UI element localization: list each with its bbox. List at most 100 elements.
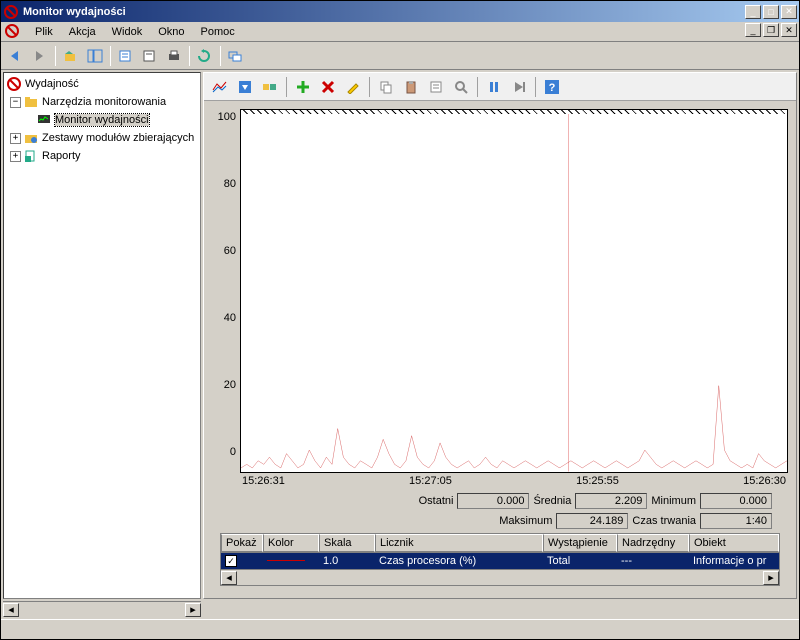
perf-toolbar: ? [204, 73, 796, 101]
mdi-close-button[interactable]: ✕ [781, 23, 797, 37]
collapse-icon[interactable]: − [10, 97, 21, 108]
ytick: 40 [212, 312, 236, 324]
scroll-left-button[interactable]: ◂ [3, 603, 19, 617]
properties-button[interactable] [424, 76, 448, 98]
delete-counter-button[interactable] [316, 76, 340, 98]
reports-icon [23, 148, 39, 164]
stat-last-label: Ostatni [419, 495, 454, 507]
ytick: 60 [212, 245, 236, 257]
col-show[interactable]: Pokaż [221, 534, 263, 552]
col-counter[interactable]: Licznik [375, 534, 543, 552]
expand-icon[interactable]: + [10, 151, 21, 162]
stat-min-label: Minimum [651, 495, 696, 507]
folder-icon [23, 94, 39, 110]
scroll-left-button[interactable]: ◂ [221, 571, 237, 585]
chart-xaxis: 15:26:31 15:27:05 15:25:55 15:26:30 [212, 473, 788, 489]
menu-help[interactable]: Pomoc [193, 24, 243, 40]
menu-file[interactable]: Plik [27, 24, 61, 40]
col-color[interactable]: Kolor [263, 534, 319, 552]
counter-row[interactable]: ✓ 1.0 Czas procesora (%) Total --- Infor… [221, 553, 779, 570]
tree-perf-monitor[interactable]: Monitor wydajności [6, 111, 198, 129]
grid-header: Pokaż Kolor Skala Licznik Wystąpienie Na… [221, 534, 779, 553]
view-type-dropdown[interactable] [233, 76, 257, 98]
tree-collector-label: Zestawy modułów zbierających [42, 132, 194, 144]
tree-pane[interactable]: Wydajność − Narzędzia monitorowania Moni… [3, 72, 201, 599]
scroll-right-button[interactable]: ▸ [763, 571, 779, 585]
mdi-minimize-button[interactable]: _ [745, 23, 761, 37]
tree-hscroll[interactable]: ◂ ▸ [3, 601, 201, 617]
stat-max-value: 24.189 [556, 513, 628, 529]
xtick: 15:27:05 [409, 475, 452, 489]
stat-avg-label: Średnia [533, 495, 571, 507]
export-button[interactable] [139, 45, 161, 67]
counter-grid[interactable]: Pokaż Kolor Skala Licznik Wystąpienie Na… [220, 533, 780, 587]
window-list-button[interactable] [225, 45, 247, 67]
maximize-button[interactable]: □ [763, 5, 779, 19]
back-button[interactable] [5, 45, 27, 67]
grid-hscroll[interactable]: ◂ ▸ [221, 569, 779, 585]
mdi-app-icon [5, 24, 21, 40]
help-button[interactable]: ? [540, 76, 564, 98]
update-button[interactable] [507, 76, 531, 98]
main-window: Monitor wydajności _ □ ✕ Plik Akcja Wido… [0, 0, 800, 640]
add-counter-button[interactable] [291, 76, 315, 98]
forward-button[interactable] [29, 45, 51, 67]
window-title: Monitor wydajności [23, 6, 745, 18]
minimize-button[interactable]: _ [745, 5, 761, 19]
mdi-restore-button[interactable]: ❐ [763, 23, 779, 37]
show-checkbox[interactable]: ✓ [225, 555, 237, 567]
display-dropdown[interactable] [258, 76, 282, 98]
highlight-button[interactable] [341, 76, 365, 98]
show-hide-tree-button[interactable] [84, 45, 106, 67]
col-scale[interactable]: Skala [319, 534, 375, 552]
main-toolbar [1, 42, 799, 70]
stat-dur-value: 1:40 [700, 513, 772, 529]
paste-button[interactable] [399, 76, 423, 98]
chart-yaxis: 100 80 60 40 20 0 [212, 109, 240, 473]
monitor-icon [36, 112, 52, 128]
app-icon [3, 4, 19, 20]
menubar: Plik Akcja Widok Okno Pomoc _ ❐ ✕ [1, 22, 799, 42]
copy-button[interactable] [374, 76, 398, 98]
chart-area: 100 80 60 40 20 0 15:26:31 15:27:05 15:2… [204, 101, 796, 598]
menu-action[interactable]: Akcja [61, 24, 104, 40]
refresh-button[interactable] [194, 45, 216, 67]
ytick: 0 [212, 446, 236, 458]
cell-scale: 1.0 [319, 553, 375, 570]
cell-parent: --- [617, 553, 689, 570]
tree-monitoring-label: Narzędzia monitorowania [42, 96, 166, 108]
svg-text:?: ? [549, 82, 556, 94]
col-instance[interactable]: Wystąpienie [543, 534, 617, 552]
tree-monitoring-tools[interactable]: − Narzędzia monitorowania [6, 93, 198, 111]
ytick: 20 [212, 379, 236, 391]
menu-view[interactable]: Widok [104, 24, 151, 40]
zoom-button[interactable] [449, 76, 473, 98]
xtick: 15:25:55 [576, 475, 619, 489]
stat-max-label: Maksimum [499, 515, 552, 527]
chart-canvas[interactable] [240, 109, 788, 473]
perf-monitor-pane: ? 100 80 60 40 20 0 [203, 72, 797, 599]
scroll-right-button[interactable]: ▸ [185, 603, 201, 617]
expand-icon[interactable]: + [10, 133, 21, 144]
tree-root-label: Wydajność [25, 78, 79, 90]
tree-reports[interactable]: + Raporty [6, 147, 198, 165]
col-parent[interactable]: Nadrzędny [617, 534, 689, 552]
tree-perf-monitor-label: Monitor wydajności [55, 114, 149, 126]
print-button[interactable] [163, 45, 185, 67]
view-chart-button[interactable] [208, 76, 232, 98]
properties-button[interactable] [115, 45, 137, 67]
tree-root[interactable]: Wydajność [6, 75, 198, 93]
cell-counter: Czas procesora (%) [375, 553, 543, 570]
titlebar[interactable]: Monitor wydajności _ □ ✕ [1, 1, 799, 22]
close-button[interactable]: ✕ [781, 5, 797, 19]
stat-last-value: 0.000 [457, 493, 529, 509]
stat-avg-value: 2.209 [575, 493, 647, 509]
stat-min-value: 0.000 [700, 493, 772, 509]
cell-instance: Total [543, 553, 617, 570]
up-button[interactable] [60, 45, 82, 67]
xtick: 15:26:30 [743, 475, 786, 489]
menu-window[interactable]: Okno [150, 24, 192, 40]
tree-collector-sets[interactable]: + Zestawy modułów zbierających [6, 129, 198, 147]
col-object[interactable]: Obiekt [689, 534, 779, 552]
freeze-button[interactable] [482, 76, 506, 98]
